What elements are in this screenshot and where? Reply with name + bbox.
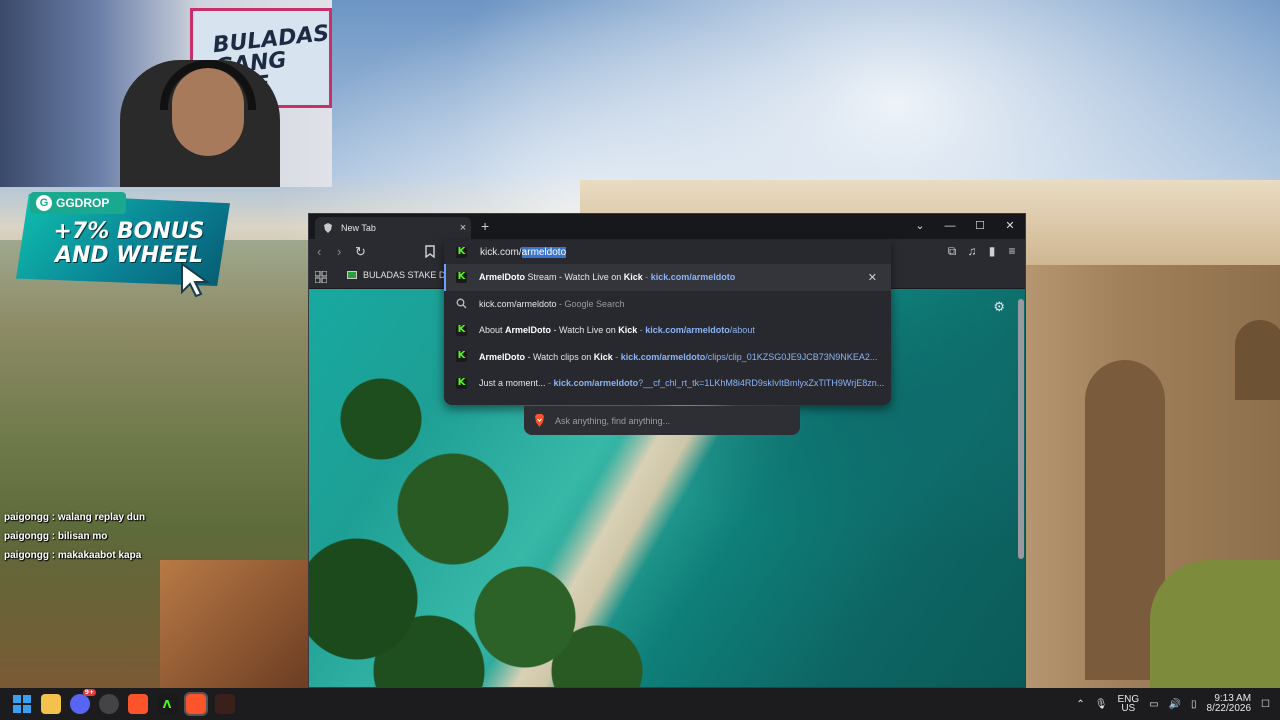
suggestion-text: About ArmelDoto - Watch Live on Kick - k… [479, 325, 755, 336]
tab-new-tab[interactable]: New Tab × [315, 217, 471, 239]
address-text: kick.com/armeldoto [480, 246, 567, 258]
tray-chevron-icon[interactable]: ⌃ [1076, 699, 1084, 710]
kick-icon [456, 350, 467, 363]
taskbar: 9+ Λ ⌃ 🎙 ENG US ▭ 🔊 ▯ 9:13 AM 8/22/2026 … [0, 688, 1280, 720]
bush-foliage [1150, 560, 1280, 688]
bookmark-item-buladas[interactable]: BULADAS STAKE DA... [347, 270, 459, 280]
brave-shield-icon [324, 223, 332, 233]
tab-close-icon[interactable]: × [455, 222, 471, 234]
bookmark-icon[interactable] [425, 245, 435, 258]
forward-arrow-icon[interactable]: › [337, 244, 341, 259]
window-controls: ⌄ — ☐ ✕ [905, 214, 1025, 239]
chat-message: paigongg : walang replay dun [4, 512, 146, 523]
promo-text: +7% BONUS AND WHEEL [53, 219, 205, 268]
flag-icon [347, 271, 357, 279]
suggestion-text: ArmelDoto - Watch clips on Kick - kick.c… [479, 351, 878, 362]
minimize-button[interactable]: — [935, 214, 965, 239]
back-arrow-icon[interactable]: ‹ [317, 244, 321, 259]
brave-lion-icon [535, 414, 544, 427]
scrollbar[interactable] [1018, 299, 1024, 559]
address-bar-dropdown: kick.com/armeldoto ArmelDoto Stream - Wa… [444, 240, 891, 405]
network-icon[interactable]: ▭ [1149, 699, 1158, 710]
cursor-arrow-icon [181, 262, 211, 298]
extensions-puzzle-icon[interactable]: ⧉ [945, 244, 959, 258]
new-tab-button[interactable]: + [481, 218, 489, 234]
brave-shield-taskbar-icon[interactable] [215, 694, 235, 714]
tab-title: New Tab [341, 223, 376, 233]
discord-icon[interactable]: 9+ [70, 689, 96, 714]
suggestion-item[interactable]: kick.com/armeldoto - Google Search [444, 291, 891, 318]
app-lambda-icon[interactable]: Λ [157, 694, 177, 714]
gear-icon[interactable]: ⚙ [993, 299, 1005, 315]
chat-overlay: paigongg : walang replay dun paigongg : … [4, 508, 145, 565]
close-window-button[interactable]: ✕ [995, 214, 1025, 239]
volume-icon[interactable]: 🔊 [1169, 699, 1181, 710]
media-music-icon[interactable]: ♫ [965, 244, 979, 258]
windows-start-icon[interactable] [12, 694, 32, 714]
address-bar-input[interactable]: kick.com/armeldoto [444, 240, 891, 264]
kick-icon [456, 324, 467, 336]
menu-icon[interactable]: ≡ [1005, 244, 1019, 258]
promo-brand-label: GGDROP [56, 196, 110, 210]
kick-icon [456, 271, 467, 283]
clock[interactable]: 9:13 AM 8/22/2026 [1207, 694, 1252, 714]
chat-message: paigongg : bilisan mo [4, 531, 108, 542]
ai-placeholder: Ask anything, find anything... [555, 415, 671, 426]
suggestion-text: kick.com/armeldoto - Google Search [479, 298, 625, 309]
chat-message: paigongg : makakaabot kapa [4, 550, 142, 561]
tab-search-chevron-icon[interactable]: ⌄ [905, 214, 935, 239]
suggestion-item[interactable]: ArmelDoto - Watch clips on Kick - kick.c… [444, 344, 891, 371]
autocomplete-selection: armeldoto [521, 246, 567, 258]
ggdrop-logo-icon: G [36, 195, 52, 211]
obs-icon[interactable] [99, 694, 119, 714]
sidebar-toggle-icon[interactable]: ▮ [985, 244, 999, 258]
promo-brand-tag: G GGDROP [30, 192, 126, 214]
maximize-button[interactable]: ☐ [965, 214, 995, 239]
microphone-icon[interactable]: 🎙 [1095, 699, 1108, 710]
battery-icon[interactable]: ▯ [1191, 699, 1197, 710]
discord-badge: 9+ [82, 689, 96, 696]
suggestion-item[interactable]: ArmelDoto Stream - Watch Live on Kick - … [444, 264, 891, 291]
file-explorer-icon[interactable] [41, 694, 61, 714]
suggestion-text: Just a moment... - kick.com/armeldoto?__… [479, 378, 885, 389]
kick-icon [456, 377, 467, 389]
system-tray: ⌃ 🎙 ENG US ▭ 🔊 ▯ 9:13 AM 8/22/2026 ☐ [1076, 688, 1270, 720]
remove-suggestion-icon[interactable]: ✕ [868, 271, 877, 284]
kick-icon [456, 246, 467, 258]
cliff-rock [160, 560, 310, 688]
toolbar-extensions: ⧉ ♫ ▮ ≡ [945, 244, 1019, 258]
suggestion-item[interactable]: Just a moment... - kick.com/armeldoto?__… [444, 370, 891, 397]
brave-icon[interactable] [128, 694, 148, 714]
language-indicator[interactable]: ENG US [1117, 695, 1139, 714]
suggestion-item[interactable]: About ArmelDoto - Watch Live on Kick - k… [444, 317, 891, 344]
webcam-overlay: BULADAS GANG LIFE [0, 0, 332, 187]
leo-ai-input[interactable]: Ask anything, find anything... [524, 406, 800, 435]
bridge-arch-small [1235, 320, 1280, 400]
title-bar: New Tab × + ⌄ — ☐ ✕ [309, 214, 1025, 239]
suggestion-text: ArmelDoto Stream - Watch Live on Kick - … [479, 272, 736, 283]
reload-icon[interactable]: ↻ [355, 244, 366, 260]
search-icon [456, 298, 467, 309]
brave-active-icon[interactable] [184, 692, 208, 716]
apps-grid-icon[interactable] [315, 271, 327, 283]
notification-icon[interactable]: ☐ [1261, 699, 1270, 710]
